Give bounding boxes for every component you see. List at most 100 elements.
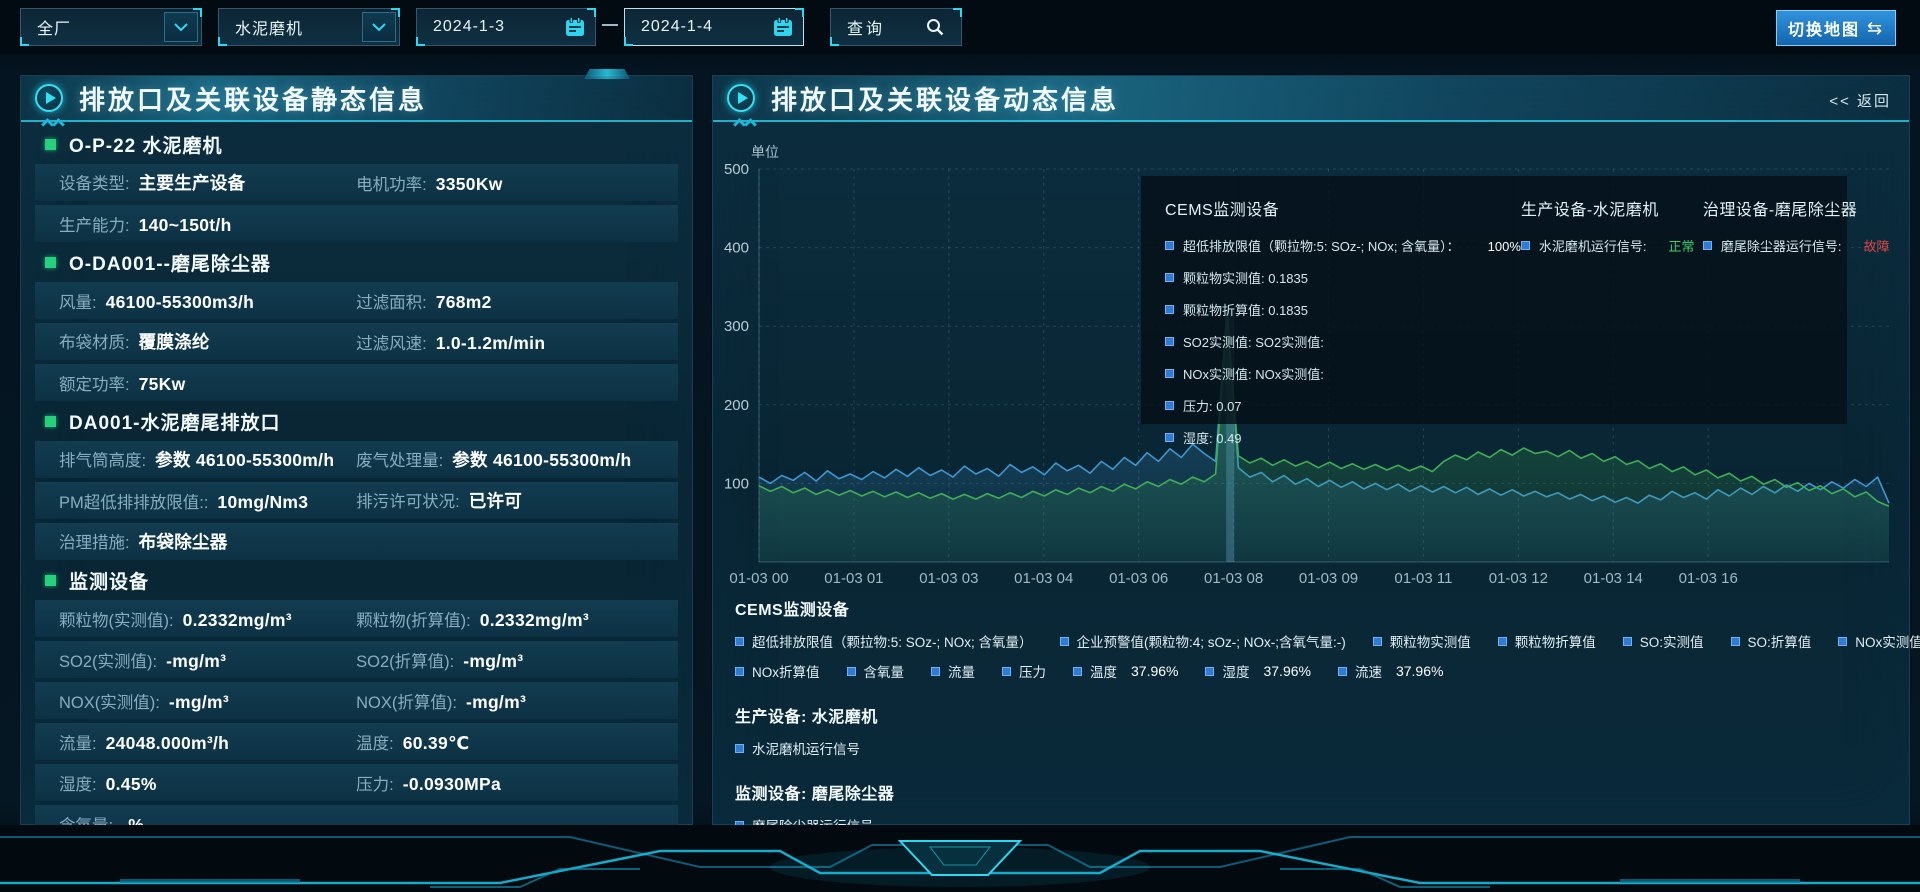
legend-item[interactable]: SO:实测值 xyxy=(1623,631,1704,651)
info-row: 颗粒物(实测值):0.2332mg/m³颗粒物(折算值):0.2332mg/m³ xyxy=(35,600,678,637)
monitor-legend-title: 监测设备: 磨尾除尘器 xyxy=(735,780,1893,804)
field-label: 废气处理量: xyxy=(356,447,443,471)
device-select[interactable]: 水泥磨机 xyxy=(218,8,400,46)
field-label: 设备类型: xyxy=(59,170,130,194)
field-value: 140~150t/h xyxy=(139,215,232,236)
legend-item[interactable]: 颗粒物实测值 xyxy=(1373,631,1471,651)
section-bullet-icon xyxy=(45,416,56,427)
static-info-title: 排放口及关联设备静态信息 xyxy=(79,80,427,117)
treatment-signal-status: 故障 xyxy=(1864,236,1890,255)
field-label: 压力: xyxy=(356,771,394,795)
legend-item[interactable]: 含氧量 xyxy=(847,661,905,681)
search-icon xyxy=(925,17,945,37)
legend-item-value: 37.96% xyxy=(1396,663,1443,679)
legend-square-icon xyxy=(1838,637,1847,646)
svg-text:01-03 03: 01-03 03 xyxy=(919,570,978,587)
field-value: 10mg/Nm3 xyxy=(217,492,308,513)
calendar-icon[interactable] xyxy=(766,12,800,42)
legend-square-icon xyxy=(847,667,856,676)
production-signal-status: 正常 xyxy=(1669,236,1695,255)
legend-square-icon xyxy=(1731,637,1740,646)
field-value: -mg/m³ xyxy=(466,692,526,713)
legend-item[interactable]: 超低排放限值（颗拉物:5: SOz-; NOx; 含氧量） xyxy=(735,631,1033,651)
chevron-down-icon[interactable] xyxy=(362,12,396,42)
info-row: NOX(实测值):-mg/m³NOX(折算值):-mg/m³ xyxy=(35,682,678,719)
cems-legend-row-2: NOx折算值 含氧量 流量 压力 温度37.96% 湿度37.96% 流速37.96% xyxy=(735,661,1893,681)
section-bullet-icon xyxy=(45,257,56,268)
factory-select[interactable]: 全厂 xyxy=(20,8,202,46)
legend-square-icon xyxy=(931,667,940,676)
legend-square-icon xyxy=(735,667,744,676)
field-value: 3350Kw xyxy=(436,174,503,195)
field-label: NOX(实测值): xyxy=(59,689,160,713)
info-row: 湿度:0.45%压力:-0.0930MPa xyxy=(35,764,678,801)
section-header: 监测设备 xyxy=(35,564,678,596)
legend-item[interactable]: SO:折算值 xyxy=(1731,631,1812,651)
legend-square-icon xyxy=(1165,369,1174,378)
field-label: SO2(实测值): xyxy=(59,648,157,672)
svg-text:100: 100 xyxy=(724,475,749,492)
svg-text:400: 400 xyxy=(724,240,749,257)
section-header: O-DA001--磨尾除尘器 xyxy=(35,246,678,278)
legend-item-production-signal[interactable]: 水泥磨机运行信号 xyxy=(735,738,860,758)
legend-square-icon xyxy=(1703,241,1712,250)
field-value: -0.0930MPa xyxy=(403,774,501,795)
tooltip-cems-items: 超低排放限值（颗拉物:5: SOz-; NOx; 含氧量）：100%颗粒物实测值… xyxy=(1165,236,1521,447)
legend-item-value: 37.96% xyxy=(1263,663,1310,679)
legend-item[interactable]: 流量 xyxy=(931,661,975,681)
section-header: O-P-22 水泥磨机 xyxy=(35,128,678,160)
chart-tooltip: CEMS监测设备 超低排放限值（颗拉物:5: SOz-; NOx; 含氧量）：1… xyxy=(1141,176,1847,424)
chevron-down-icon[interactable] xyxy=(164,12,198,42)
back-link[interactable]: << 返回 xyxy=(1829,90,1891,111)
field-value: 0.45% xyxy=(106,774,157,795)
legend-item[interactable]: NOx折算值 xyxy=(735,661,820,681)
legend-item[interactable]: 温度37.96% xyxy=(1073,661,1178,681)
tooltip-production-title: 生产设备-水泥磨机 xyxy=(1521,196,1703,220)
field-label: 颗粒物(折算值): xyxy=(356,607,471,631)
section-bullet-icon xyxy=(45,139,56,150)
factory-select-value: 全厂 xyxy=(21,15,164,39)
field-value: 75Kw xyxy=(139,374,186,395)
switch-map-button[interactable]: 切换地图 ⇆ xyxy=(1776,10,1896,46)
legend-square-icon xyxy=(1060,637,1069,646)
svg-text:01-03 01: 01-03 01 xyxy=(824,570,883,587)
legend-square-icon xyxy=(735,744,744,753)
legend-item[interactable]: 颗粒物折算值 xyxy=(1498,631,1596,651)
info-row: 排气筒高度:参数 46100-55300m/h废气处理量:参数 46100-55… xyxy=(35,441,678,478)
svg-text:01-03 16: 01-03 16 xyxy=(1679,570,1738,587)
svg-text:01-03 06: 01-03 06 xyxy=(1109,570,1168,587)
info-row: SO2(实测值):-mg/m³SO2(折算值):-mg/m³ xyxy=(35,641,678,678)
field-value: 768m2 xyxy=(436,292,492,313)
legend-square-icon xyxy=(1165,401,1174,410)
field-label: 温度: xyxy=(356,730,394,754)
query-button-label: 查询 xyxy=(831,15,925,39)
field-value: 参数 46100-55300m/h xyxy=(155,447,334,472)
legend-item[interactable]: 流速37.96% xyxy=(1338,661,1443,681)
legend-square-icon xyxy=(1002,667,1011,676)
field-label: 排气筒高度: xyxy=(59,447,146,471)
field-value: -mg/m³ xyxy=(166,651,226,672)
bottom-tech-border-decoration xyxy=(0,825,1920,892)
static-info-body: O-P-22 水泥磨机设备类型:主要生产设备电机功率:3350Kw生产能力:14… xyxy=(21,122,692,842)
date-from-picker[interactable]: 2024-1-3 xyxy=(416,8,596,46)
tooltip-treatment-title: 治理设备-磨尾除尘器 xyxy=(1703,196,1890,220)
static-info-panel: 排放口及关联设备静态信息 O-P-22 水泥磨机设备类型:主要生产设备电机功率:… xyxy=(20,75,693,825)
tooltip-item: 颗粒物折算值: 0.1835 xyxy=(1165,300,1521,319)
info-row: 风量:46100-55300m3/h过滤面积:768m2 xyxy=(35,282,678,319)
date-to-picker[interactable]: 2024-1-4 xyxy=(624,8,804,46)
legend-square-icon xyxy=(1165,337,1174,346)
legend-item[interactable]: 企业预警值(颗粒物:4; sOz-; NOx-;含氧气量:-) xyxy=(1060,631,1346,651)
calendar-icon[interactable] xyxy=(558,12,592,42)
legend-item[interactable]: NOx实测值 xyxy=(1838,631,1920,651)
tooltip-item: 颗粒物实测值: 0.1835 xyxy=(1165,268,1521,287)
device-select-value: 水泥磨机 xyxy=(219,15,362,39)
field-value: 布袋除尘器 xyxy=(139,529,228,554)
legend-square-icon xyxy=(1165,273,1174,282)
info-row: 设备类型:主要生产设备电机功率:3350Kw xyxy=(35,164,678,201)
legend-square-icon xyxy=(1521,241,1530,250)
query-button[interactable]: 查询 xyxy=(830,8,962,46)
legend-item[interactable]: 湿度37.96% xyxy=(1205,661,1310,681)
legend-item[interactable]: 压力 xyxy=(1002,661,1046,681)
static-info-header: 排放口及关联设备静态信息 xyxy=(21,76,692,122)
tooltip-item: NOx实测值: NOx实测值: xyxy=(1165,364,1521,383)
